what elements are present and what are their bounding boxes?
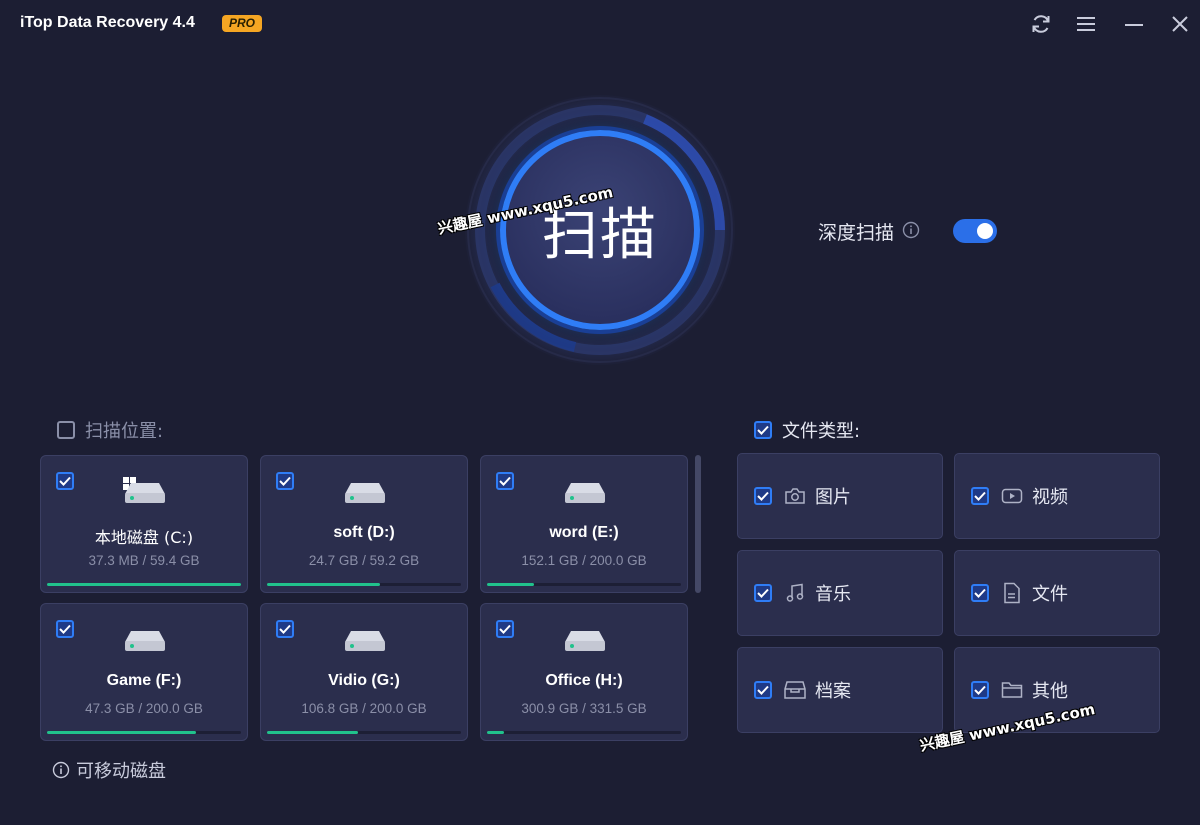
file-type-checkbox[interactable]	[971, 681, 989, 699]
drive-usage-fill	[487, 583, 534, 586]
drive-size: 152.1 GB / 200.0 GB	[521, 553, 647, 568]
file-type-label: 档案	[815, 681, 851, 702]
minimize-button[interactable]	[1120, 10, 1148, 38]
file-type-label: 文件	[1032, 584, 1068, 605]
scan-location-header: 扫描位置:	[57, 417, 163, 443]
drive-name: 本地磁盘 (C:)	[94, 528, 194, 547]
info-icon	[52, 761, 70, 779]
drive-grid: 本地磁盘 (C:) 37.3 MB / 59.4 GB soft (D:) 24.7 …	[40, 455, 690, 745]
drive-usage-fill	[267, 583, 380, 586]
document-icon	[1001, 582, 1023, 604]
file-types-header: 文件类型:	[754, 417, 860, 443]
drive-usage-bar	[47, 583, 241, 586]
menu-icon	[1077, 17, 1095, 31]
minimize-icon	[1125, 24, 1143, 26]
file-types-checkbox[interactable]	[754, 421, 772, 439]
video-icon	[1001, 485, 1023, 507]
drive-size: 47.3 GB / 200.0 GB	[85, 701, 203, 716]
drive-name: Vidio (G:)	[328, 672, 400, 689]
drive-checkbox[interactable]	[56, 620, 74, 638]
drive-checkbox[interactable]	[56, 472, 74, 490]
drive-usage-fill	[47, 583, 241, 586]
hard-drive-icon	[124, 482, 166, 508]
music-icon	[784, 582, 806, 604]
close-icon	[1172, 16, 1188, 32]
file-type-card[interactable]: 图片	[737, 453, 943, 539]
deep-scan-row: 深度扫描	[818, 218, 997, 245]
file-type-label: 其他	[1032, 681, 1068, 702]
drive-checkbox[interactable]	[496, 620, 514, 638]
file-type-checkbox[interactable]	[971, 584, 989, 602]
hard-drive-icon	[564, 630, 606, 656]
drive-usage-fill	[267, 731, 359, 734]
drive-checkbox[interactable]	[276, 620, 294, 638]
drive-checkbox[interactable]	[276, 472, 294, 490]
drive-usage-bar	[487, 731, 681, 734]
info-icon[interactable]	[902, 221, 920, 243]
file-type-label: 音乐	[815, 584, 851, 605]
drive-checkbox[interactable]	[496, 472, 514, 490]
drive-size: 300.9 GB / 331.5 GB	[521, 701, 647, 716]
hard-drive-icon	[124, 630, 166, 656]
file-type-checkbox[interactable]	[971, 487, 989, 505]
scan-location-label: 扫描位置:	[85, 421, 164, 442]
drive-name: Office (H:)	[545, 672, 623, 689]
removable-disk-label: 可移动磁盘	[76, 761, 166, 782]
scan-button[interactable]: 扫描	[500, 130, 700, 330]
camera-icon	[784, 485, 806, 507]
file-type-checkbox[interactable]	[754, 584, 772, 602]
drive-card[interactable]: 本地磁盘 (C:) 37.3 MB / 59.4 GB	[40, 455, 248, 593]
drive-card[interactable]: Game (F:) 47.3 GB / 200.0 GB	[40, 603, 248, 741]
hard-drive-icon	[564, 482, 606, 508]
drive-card[interactable]: Vidio (G:) 106.8 GB / 200.0 GB	[260, 603, 468, 741]
folder-icon	[1001, 679, 1023, 701]
close-button[interactable]	[1166, 10, 1194, 38]
scan-location-checkbox[interactable]	[57, 421, 75, 439]
drive-usage-bar	[267, 731, 461, 734]
file-type-label: 图片	[815, 487, 851, 508]
scan-button-area: 扫描	[465, 95, 735, 365]
file-type-card[interactable]: 视频	[954, 453, 1160, 539]
drive-name: soft (D:)	[333, 524, 395, 541]
pro-badge: PRO	[222, 15, 263, 32]
drive-list-scrollbar[interactable]	[695, 455, 701, 593]
file-type-card[interactable]: 音乐	[737, 550, 943, 636]
file-type-checkbox[interactable]	[754, 681, 772, 699]
removable-disk-row[interactable]: 可移动磁盘	[52, 757, 166, 783]
drive-card[interactable]: soft (D:) 24.7 GB / 59.2 GB	[260, 455, 468, 593]
drive-usage-fill	[487, 731, 505, 734]
drive-usage-bar	[47, 731, 241, 734]
deep-scan-toggle[interactable]	[953, 219, 997, 243]
title-bar: iTop Data Recovery 4.4 PRO	[0, 0, 1200, 48]
drive-usage-fill	[47, 731, 197, 734]
file-types-label: 文件类型:	[782, 421, 861, 442]
file-type-label: 视频	[1032, 487, 1068, 508]
refresh-button[interactable]	[1027, 10, 1055, 38]
archive-icon	[784, 679, 806, 701]
refresh-icon	[1032, 15, 1050, 33]
drive-size: 24.7 GB / 59.2 GB	[308, 553, 420, 568]
toggle-knob	[977, 223, 993, 239]
hard-drive-icon	[344, 482, 386, 508]
app-title: iTop Data Recovery 4.4	[20, 14, 195, 31]
hard-drive-icon	[344, 630, 386, 656]
drive-card[interactable]: word (E:) 152.1 GB / 200.0 GB	[480, 455, 688, 593]
drive-usage-bar	[267, 583, 461, 586]
drive-size: 37.3 MB / 59.4 GB	[88, 553, 200, 568]
file-type-card[interactable]: 档案	[737, 647, 943, 733]
file-type-checkbox[interactable]	[754, 487, 772, 505]
drive-card[interactable]: Office (H:) 300.9 GB / 331.5 GB	[480, 603, 688, 741]
drive-size: 106.8 GB / 200.0 GB	[301, 701, 427, 716]
drive-name: Game (F:)	[106, 672, 182, 689]
drive-name: word (E:)	[549, 524, 619, 541]
file-type-card[interactable]: 文件	[954, 550, 1160, 636]
drive-usage-bar	[487, 583, 681, 586]
deep-scan-label: 深度扫描	[818, 222, 895, 244]
menu-button[interactable]	[1072, 10, 1100, 38]
